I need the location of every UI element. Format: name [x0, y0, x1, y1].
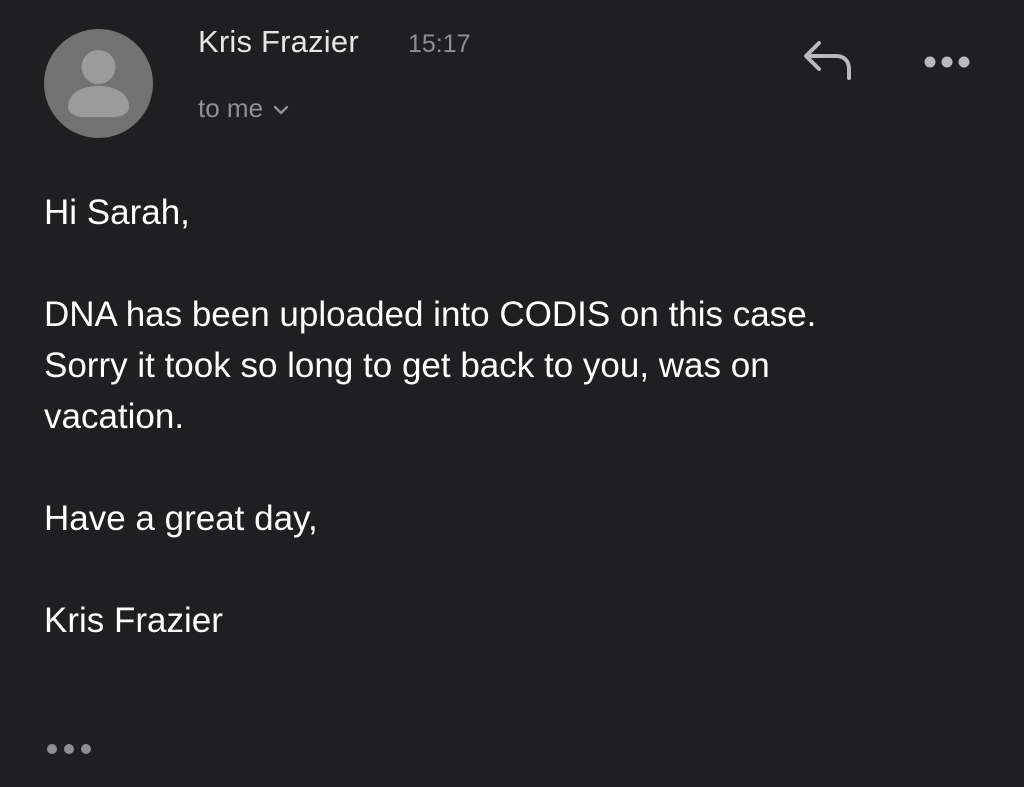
reply-button[interactable] [798, 36, 858, 86]
closing: Have a great day, [44, 499, 318, 538]
message-line: DNA has been uploaded into CODIS on this… [44, 295, 817, 334]
sender-avatar[interactable] [44, 29, 153, 138]
message-line: Sorry it took so long to get back to you… [44, 346, 770, 385]
ellipsis-icon [47, 744, 91, 754]
signature: Kris Frazier [44, 601, 223, 640]
person-icon [68, 50, 129, 117]
recipient-details-toggle[interactable]: to me [198, 92, 289, 124]
sender-name[interactable]: Kris Frazier [198, 24, 359, 60]
greeting: Hi Sarah, [44, 193, 190, 232]
message-time: 15:17 [408, 30, 471, 58]
more-options-button[interactable] [915, 42, 979, 82]
more-horizontal-icon [924, 56, 970, 68]
message-body: Hi Sarah, DNA has been uploaded into COD… [44, 187, 994, 646]
message-header: Kris Frazier 15:17 to me [0, 0, 1024, 160]
message-paragraph: DNA has been uploaded into CODIS on this… [44, 289, 994, 442]
message-line: vacation. [44, 397, 185, 436]
recipient-label: to me [198, 92, 264, 123]
reply-arrow-icon [804, 41, 851, 80]
show-trimmed-content-button[interactable] [40, 735, 100, 763]
chevron-down-icon [273, 105, 289, 115]
